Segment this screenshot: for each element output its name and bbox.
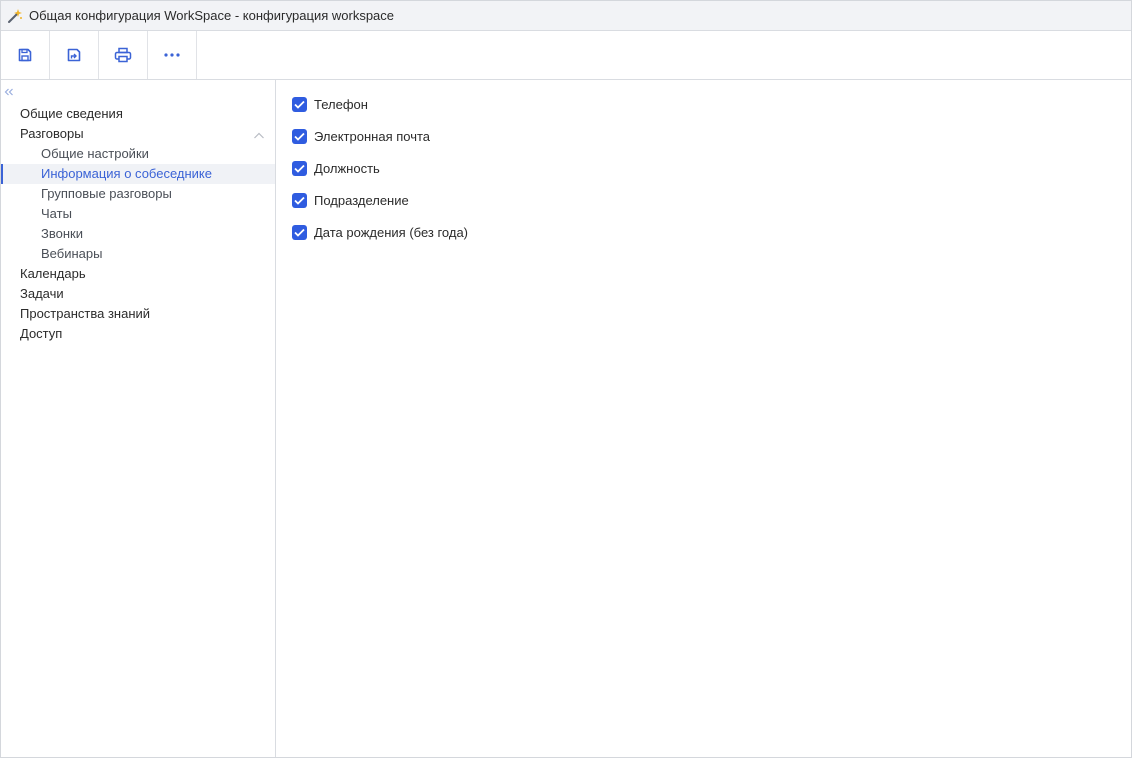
sidebar-item-webinars[interactable]: Вебинары [1,244,275,264]
toolbar [1,31,1131,80]
department-checkbox-row[interactable]: Подразделение [292,191,409,209]
title-bar: Общая конфигурация WorkSpace - конфигура… [1,1,1131,31]
printer-icon [114,47,132,63]
checkbox-label: Должность [314,160,380,176]
position-checkbox[interactable] [292,160,307,176]
birthday-checkbox-row[interactable]: Дата рождения (без года) [292,223,468,241]
birthday-checkbox[interactable] [292,224,307,240]
checkmark-icon [294,196,305,205]
phone-checkbox[interactable] [292,96,307,112]
sidebar-item-calls[interactable]: Звонки [1,224,275,244]
ellipsis-icon [164,53,180,57]
sidebar-item-general-settings[interactable]: Общие настройки [1,144,275,164]
checkmark-icon [294,228,305,237]
email-checkbox[interactable] [292,128,307,144]
sidebar: Общие сведения Разговоры Общие настройки… [1,80,276,757]
floppy-disk-icon [17,47,33,63]
department-checkbox[interactable] [292,192,307,208]
sidebar-item-calendar[interactable]: Календарь [1,264,275,284]
checkmark-icon [294,164,305,173]
print-button[interactable] [99,31,148,79]
sidebar-item-knowledge-spaces[interactable]: Пространства знаний [1,304,275,324]
magic-wand-icon [7,8,23,24]
sidebar-item-tasks[interactable]: Задачи [1,284,275,304]
collapse-sidebar-icon[interactable] [4,83,14,96]
main-content: Телефон Электронная почта Должность Подр… [277,80,1131,757]
checkbox-label: Телефон [314,96,368,112]
checkmark-icon [294,132,305,141]
save-button[interactable] [1,31,50,79]
sidebar-item-general-info[interactable]: Общие сведения [1,104,275,124]
checkbox-label: Электронная почта [314,128,431,144]
sidebar-item-label: Разговоры [20,126,84,141]
sidebar-item-interlocutor-info[interactable]: Информация о собеседнике [1,164,275,184]
sidebar-item-group-conversations[interactable]: Групповые разговоры [1,184,275,204]
sidebar-item-access[interactable]: Доступ [1,324,275,344]
email-checkbox-row[interactable]: Электронная почта [292,127,430,145]
phone-checkbox-row[interactable]: Телефон [292,95,368,113]
window-title: Общая конфигурация WorkSpace - конфигура… [29,8,395,23]
sidebar-item-conversations[interactable]: Разговоры [1,124,275,144]
more-button[interactable] [148,31,197,79]
checkbox-label: Дата рождения (без года) [314,224,469,240]
save-and-close-button[interactable] [50,31,99,79]
chevron-up-icon[interactable] [253,128,265,140]
checkmark-icon [294,100,305,109]
checkbox-label: Подразделение [314,192,409,208]
floppy-disk-arrow-icon [66,47,82,63]
sidebar-item-chats[interactable]: Чаты [1,204,275,224]
position-checkbox-row[interactable]: Должность [292,159,380,177]
sidebar-nav: Общие сведения Разговоры Общие настройки… [1,104,275,344]
app-window: Общая конфигурация WorkSpace - конфигура… [0,0,1132,758]
